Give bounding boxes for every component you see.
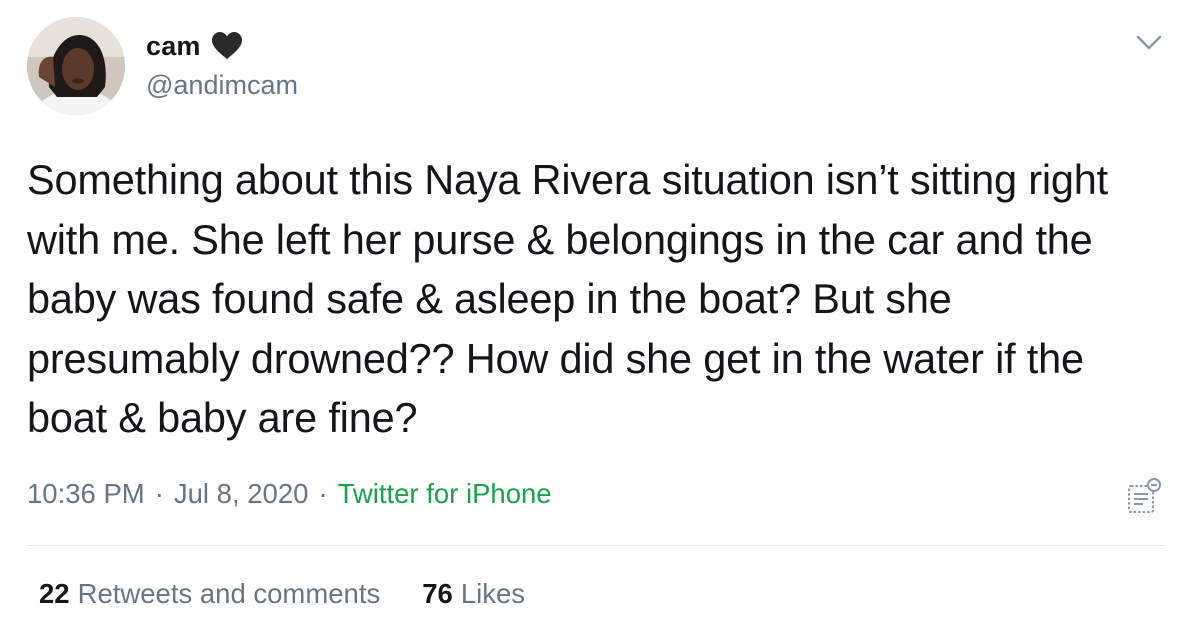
display-name-row: cam [146, 26, 298, 66]
avatar[interactable] [27, 17, 125, 115]
analytics-icon[interactable] [1126, 476, 1162, 516]
retweets-stat[interactable]: 22 Retweets and comments [39, 578, 380, 610]
retweets-label: Retweets and comments [77, 578, 381, 609]
divider [27, 545, 1165, 546]
retweets-count: 22 [39, 578, 70, 609]
tweet-source-link[interactable]: Twitter for iPhone [338, 478, 552, 510]
likes-label: Likes [460, 578, 526, 609]
likes-count: 76 [422, 578, 453, 609]
likes-stat[interactable]: 76 Likes [422, 578, 525, 610]
tweet-stats: 22 Retweets and comments 76 Likes [39, 578, 525, 610]
user-handle[interactable]: @andimcam [146, 70, 298, 101]
chevron-down-icon[interactable] [1136, 34, 1162, 52]
black-heart-icon [211, 31, 243, 61]
tweet-meta: 10:36 PM · Jul 8, 2020 · Twitter for iPh… [27, 478, 552, 510]
meta-separator: · [318, 478, 328, 509]
display-name[interactable]: cam [146, 31, 201, 62]
meta-separator: · [154, 478, 164, 509]
tweet-text: Something about this Naya Rivera situati… [27, 156, 1108, 441]
tweet-time[interactable]: 10:36 PM [27, 478, 145, 510]
author-block[interactable]: cam @andimcam [146, 26, 298, 101]
avatar-photo [27, 17, 125, 115]
tweet-date[interactable]: Jul 8, 2020 [174, 478, 309, 510]
